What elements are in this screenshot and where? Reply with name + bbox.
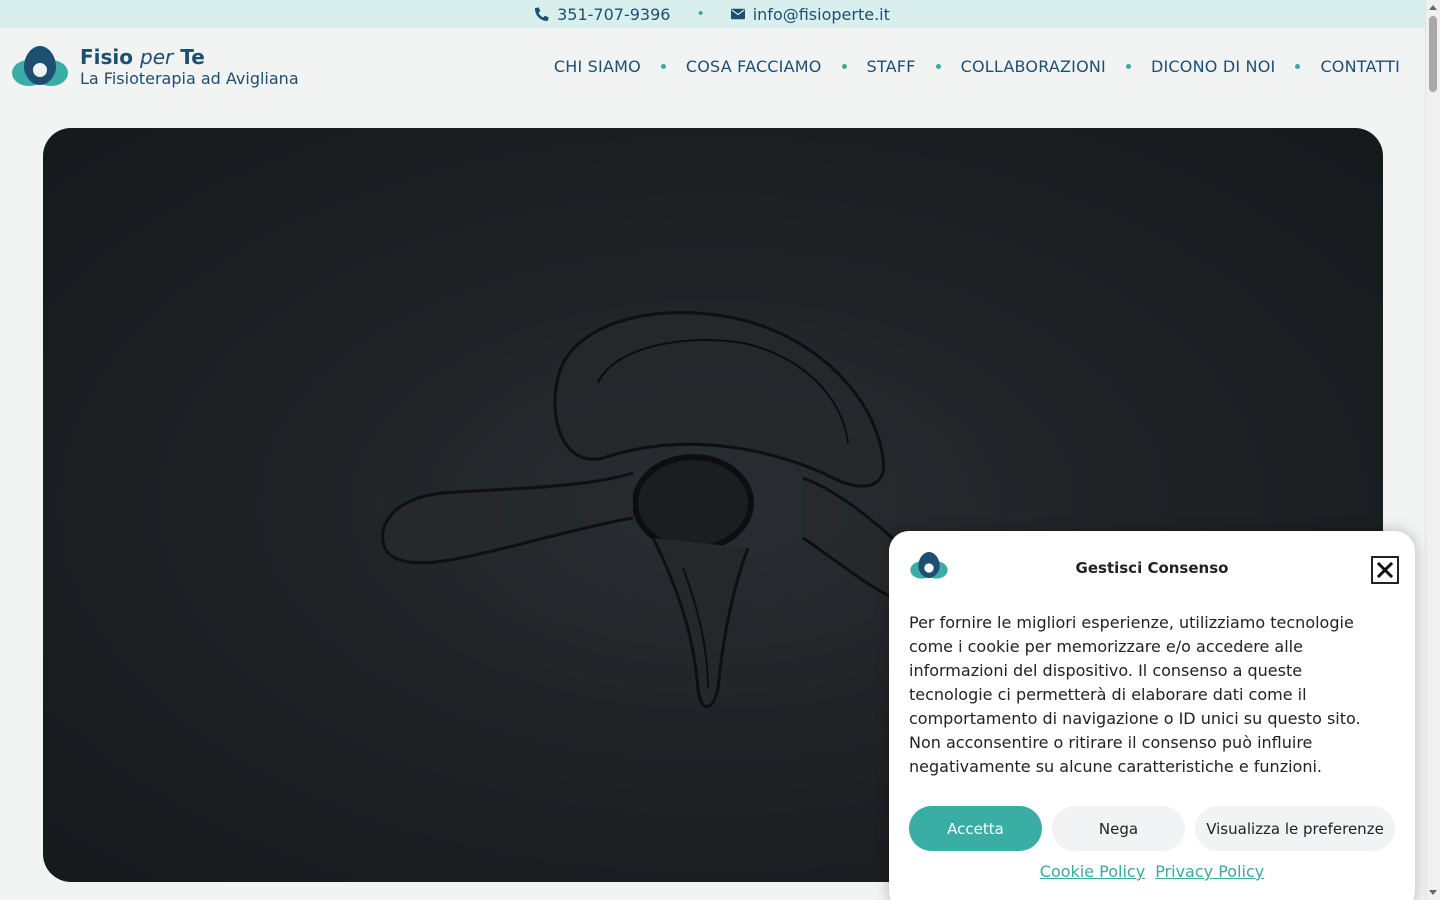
brand-name[interactable]: Fisio per Te La Fisioterapia ad Aviglian… — [80, 46, 299, 90]
nav-separator-dot — [1295, 64, 1301, 69]
nav-separator-dot — [660, 64, 666, 69]
nav-item-chi-siamo[interactable]: CHI SIAMO — [554, 57, 641, 76]
nav-separator-dot — [1125, 64, 1131, 69]
cookie-policy-link[interactable]: Cookie Policy — [1040, 862, 1145, 881]
email-link[interactable]: info@fisioperte.it — [730, 4, 890, 24]
topbar-separator: • — [696, 6, 705, 22]
brand-title: Fisio per Te — [80, 46, 299, 68]
site-header: Fisio per Te La Fisioterapia ad Aviglian… — [0, 28, 1425, 106]
scroll-up-arrow-icon[interactable] — [1429, 5, 1437, 10]
privacy-policy-link[interactable]: Privacy Policy — [1155, 862, 1264, 881]
phone-number: 351-707-9396 — [557, 4, 671, 24]
phone-link[interactable]: 351-707-9396 — [535, 5, 670, 24]
nav-separator-dot — [841, 64, 847, 69]
nav-separator-dot — [935, 64, 941, 69]
cookie-dialog-message: Per fornire le migliori esperienze, util… — [909, 613, 1361, 776]
nav-item-staff[interactable]: STAFF — [867, 57, 916, 76]
scroll-down-arrow-icon[interactable] — [1429, 890, 1437, 895]
deny-button[interactable]: Nega — [1052, 806, 1185, 851]
brand-title-te: Te — [180, 45, 205, 69]
nav-item-cosa-facciamo[interactable]: COSA FACCIAMO — [686, 57, 822, 76]
main-nav: CHI SIAMO COSA FACCIAMO STAFF COLLABORAZ… — [554, 57, 1400, 76]
view-preferences-button[interactable]: Visualizza le preferenze — [1195, 806, 1395, 851]
nav-item-contatti[interactable]: CONTATTI — [1320, 57, 1400, 76]
scroll-thumb[interactable] — [1429, 16, 1437, 92]
nav-item-collaborazioni[interactable]: COLLABORAZIONI — [961, 57, 1106, 76]
phone-icon — [535, 7, 549, 21]
brand-title-fisio: Fisio — [80, 45, 134, 69]
email-address: info@fisioperte.it — [752, 4, 890, 24]
nav-item-dicono-di-noi[interactable]: DICONO DI NOI — [1151, 57, 1275, 76]
cookie-dialog-title: Gestisci Consenso — [1075, 559, 1229, 577]
brand-logo-icon[interactable] — [10, 45, 70, 89]
cookie-policy-links: Cookie Policy Privacy Policy — [889, 862, 1415, 881]
accept-button[interactable]: Accetta — [909, 806, 1042, 851]
close-icon[interactable] — [1371, 556, 1399, 584]
cookie-consent-dialog: Gestisci Consenso Per fornire le miglior… — [889, 531, 1415, 900]
page-scrollbar[interactable] — [1425, 0, 1440, 900]
contact-topbar: 351-707-9396 • info@fisioperte.it — [0, 0, 1425, 28]
envelope-icon — [730, 8, 745, 20]
brand-title-per: per — [140, 45, 174, 69]
brand-subtitle: La Fisioterapia ad Avigliana — [80, 69, 299, 88]
